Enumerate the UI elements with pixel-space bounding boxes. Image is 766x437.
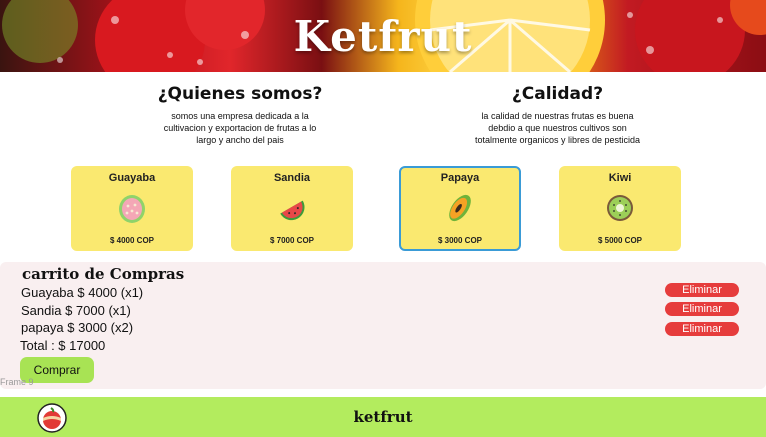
site-title: Ketfrut bbox=[293, 12, 473, 61]
cart-item: Guayaba $ 4000 (x1) bbox=[21, 285, 144, 300]
about-section: ¿Quienes somos? somos una empresa dedica… bbox=[155, 84, 325, 146]
watermelon-icon bbox=[280, 200, 305, 221]
footer: ketfrut bbox=[0, 397, 766, 437]
product-card-papaya[interactable]: Papaya $ 3000 COP bbox=[399, 166, 521, 251]
product-name: Sandia bbox=[273, 172, 311, 184]
shopping-cart: carrito de Compras Guayaba $ 4000 (x1) S… bbox=[0, 262, 766, 389]
product-card-guayaba[interactable]: Guayaba $ 4000 COP bbox=[71, 166, 193, 251]
product-price: $ 4000 COP bbox=[109, 236, 155, 245]
remove-button-guayaba[interactable]: Eliminar bbox=[665, 283, 739, 297]
cart-total: Total : $ 17000 bbox=[20, 338, 106, 353]
remove-button-papaya[interactable]: Eliminar bbox=[665, 322, 739, 336]
product-card-sandia[interactable]: Sandia $ 7000 COP bbox=[231, 166, 353, 251]
papaya-icon bbox=[449, 194, 471, 222]
quality-section: ¿Calidad? la calidad de nuestras frutas … bbox=[470, 84, 645, 146]
product-price: $ 5000 COP bbox=[597, 236, 643, 245]
product-name: Kiwi bbox=[608, 172, 632, 184]
guava-icon bbox=[119, 195, 145, 223]
product-name: Papaya bbox=[440, 172, 480, 184]
kiwi-icon bbox=[607, 195, 633, 221]
product-price: $ 3000 COP bbox=[437, 236, 483, 245]
hero-banner: Ketfrut bbox=[0, 0, 766, 72]
product-card-kiwi[interactable]: Kiwi $ 5000 COP bbox=[559, 166, 681, 251]
footer-title: ketfrut bbox=[353, 408, 413, 426]
quality-title: ¿Calidad? bbox=[511, 84, 604, 104]
cart-item: Sandia $ 7000 (x1) bbox=[21, 303, 131, 318]
frame-label: Frame 9 bbox=[0, 377, 34, 387]
remove-button-sandia[interactable]: Eliminar bbox=[665, 302, 739, 316]
page: Ketfrut ¿Quienes somos? somos una empres… bbox=[0, 0, 766, 437]
cart-item: papaya $ 3000 (x2) bbox=[21, 320, 134, 335]
product-price: $ 7000 COP bbox=[269, 236, 315, 245]
cart-title: carrito de Compras bbox=[22, 265, 185, 283]
quality-text: la calidad de nuestras frutas es buena d… bbox=[474, 111, 641, 145]
about-text: somos una empresa dedicada a la cultivac… bbox=[163, 111, 317, 145]
product-name: Guayaba bbox=[108, 172, 156, 184]
about-title: ¿Quienes somos? bbox=[157, 84, 323, 104]
